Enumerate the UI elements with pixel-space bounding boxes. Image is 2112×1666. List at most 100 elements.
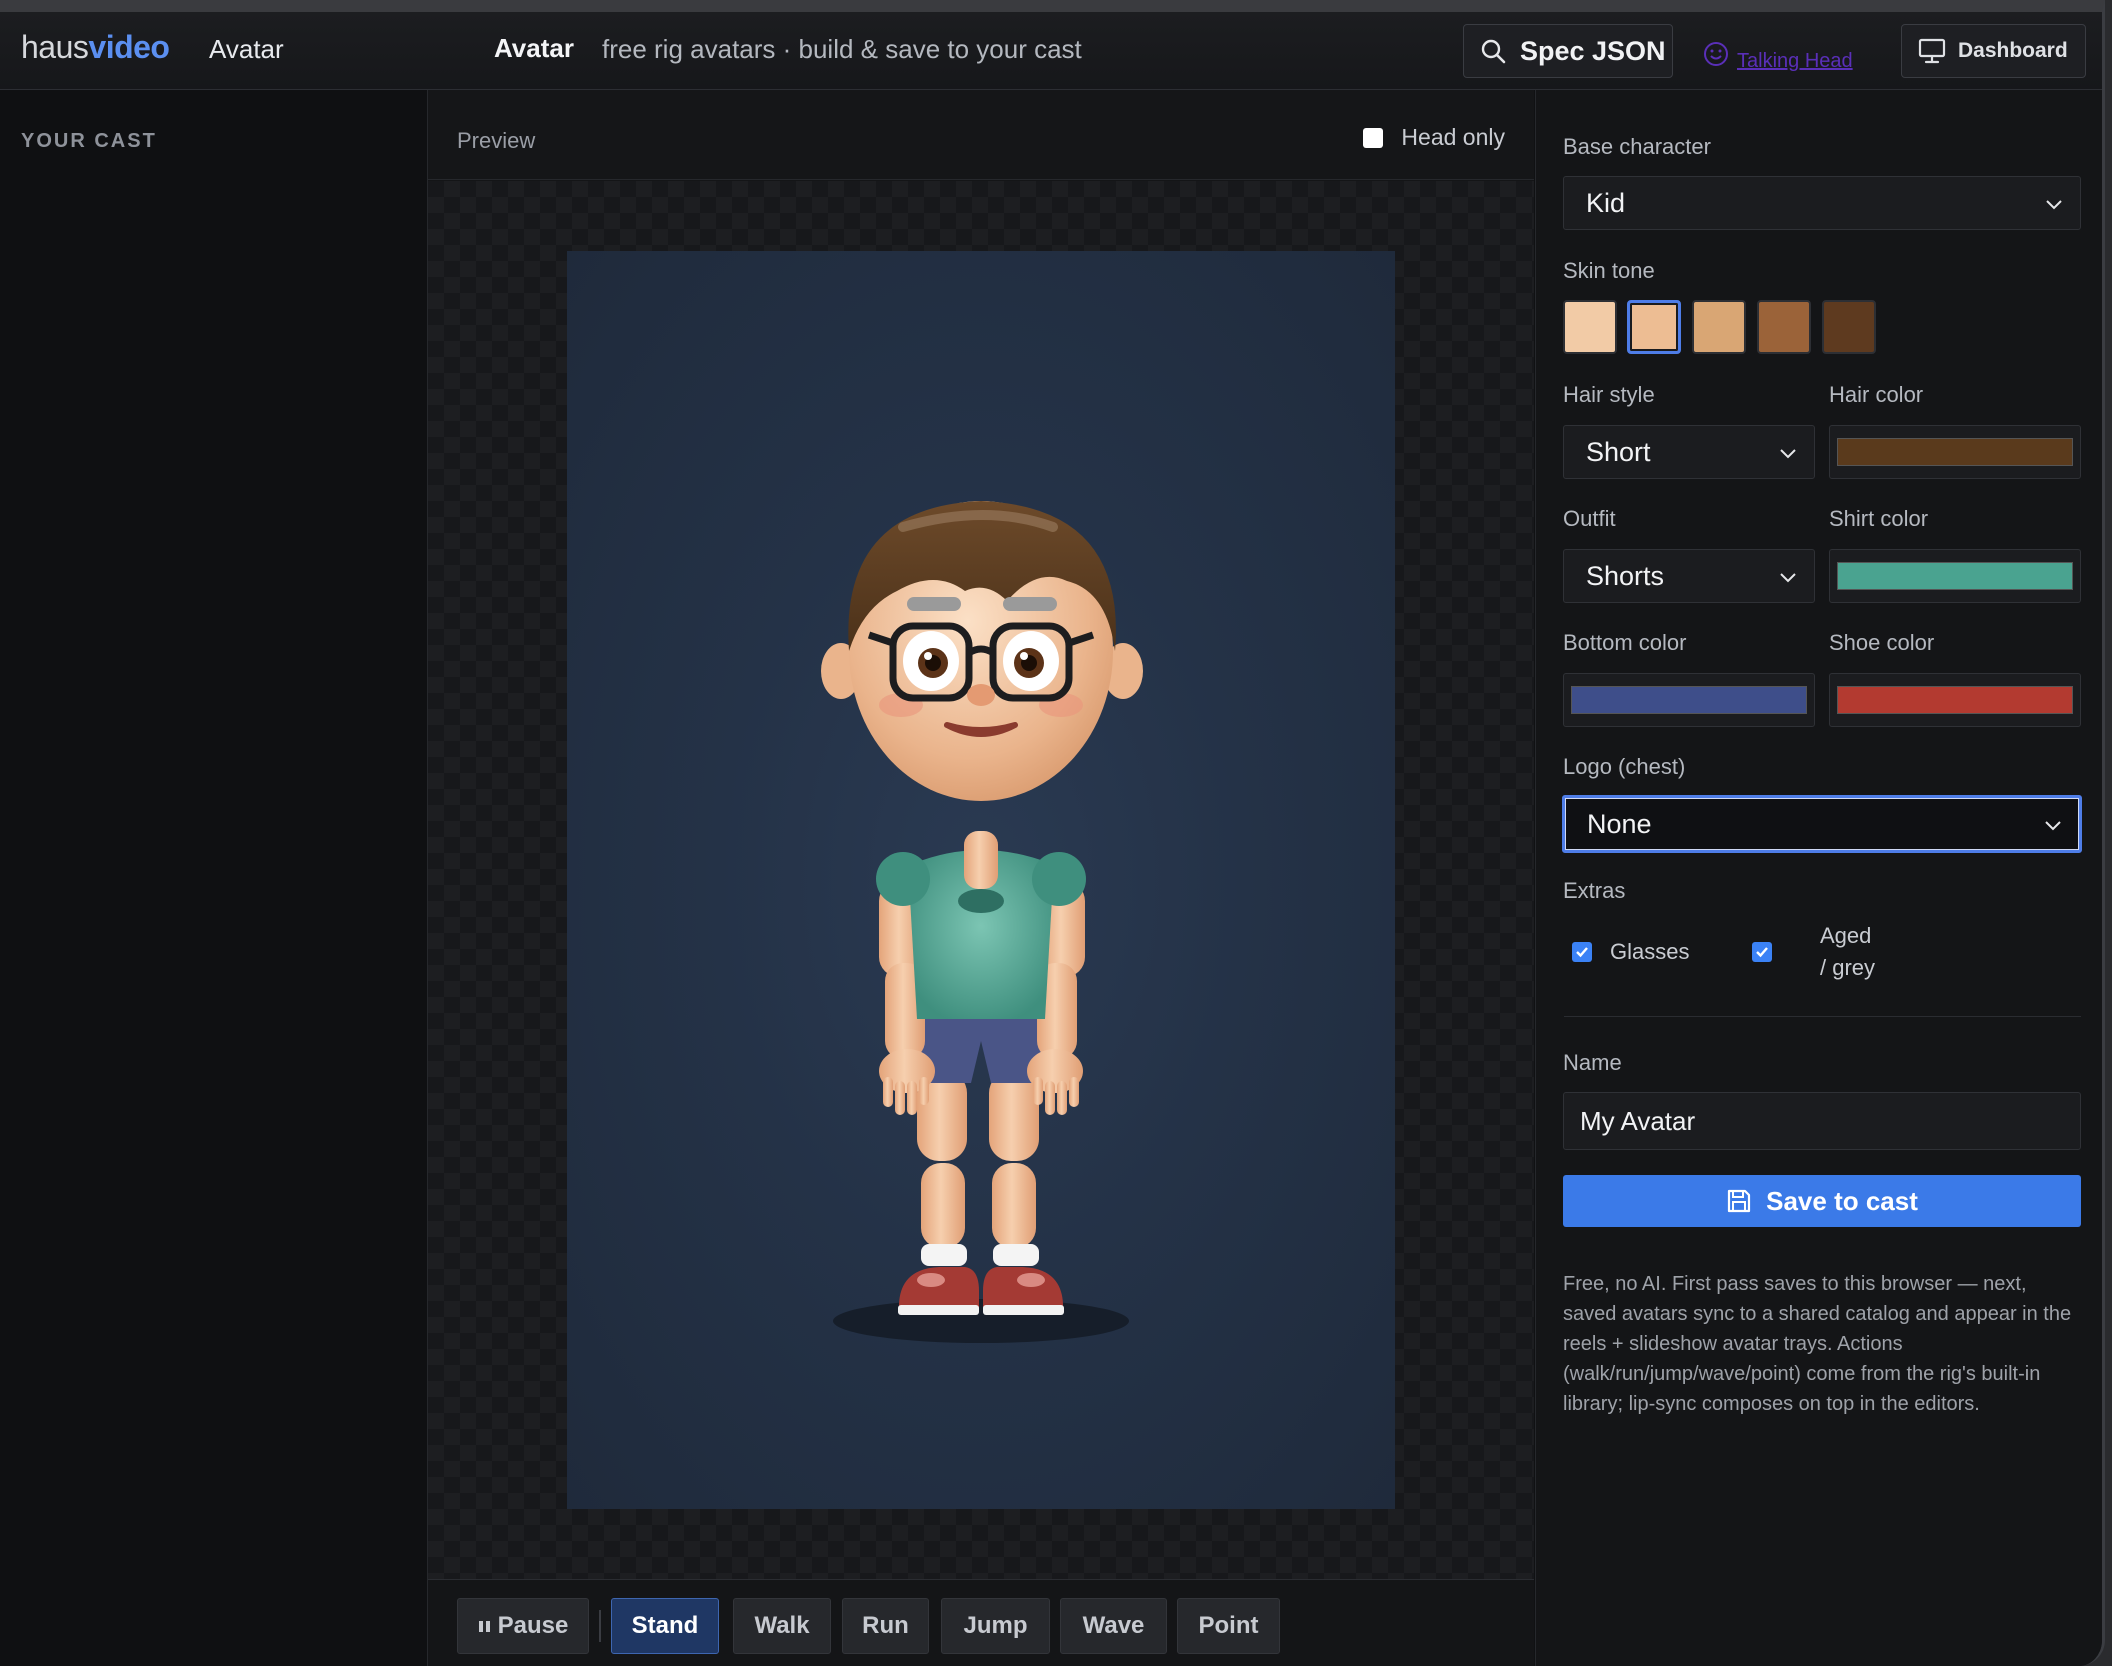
glasses-checkbox[interactable] [1572,942,1592,962]
action-jump-button[interactable]: Jump [941,1598,1050,1654]
search-icon [1481,39,1506,64]
avatar-figure [821,501,1143,1343]
skin-tone-label: Skin tone [1563,258,1655,283]
preview-stage [428,181,1534,1581]
logo-value: None [1587,808,1652,839]
left-sock [921,1244,967,1266]
save-to-cast-button[interactable]: Save to cast [1563,1175,2081,1227]
page-title: Avatar [494,33,574,63]
action-wave-button[interactable]: Wave [1060,1598,1167,1654]
outfit-select[interactable]: Shorts [1563,549,1815,603]
action-walk-button[interactable]: Walk [733,1598,831,1654]
logo-label: Logo (chest) [1563,754,1686,779]
aged-grey-label-line1: Aged [1820,923,1872,948]
nose [967,684,995,706]
action-run-button[interactable]: Run [842,1598,929,1654]
top-bar: hausvideo Avatar Avatar free rig avatars… [0,12,2102,90]
dashboard-label: Dashboard [1958,39,2068,62]
checkmark-icon [1756,947,1768,958]
left-eyebrow [907,597,961,611]
bottom-color-label: Bottom color [1563,630,1687,655]
action-bar: Pause Stand Walk Run Jump Wave Point [428,1579,1534,1666]
shoe-color-picker[interactable] [1829,673,2081,727]
checkmark-icon [1576,947,1588,958]
save-icon [1728,1189,1751,1213]
preview-panel: Preview Head only Pause Stand Walk Run J… [428,90,1534,1666]
brand-logo[interactable]: hausvideo [21,29,170,66]
avatar-canvas[interactable] [567,251,1395,1509]
action-point-button[interactable]: Point [1177,1598,1280,1654]
monitor-icon [1918,38,1946,64]
outfit-label: Outfit [1563,506,1616,531]
hair-color-swatch [1837,438,2073,466]
outfit-value: Shorts [1586,560,1665,591]
name-label: Name [1563,1050,1622,1075]
left-shin [921,1163,965,1248]
hair-color-picker[interactable] [1829,425,2081,479]
hair-color-label: Hair color [1829,382,1924,407]
action-stand-button[interactable]: Stand [611,1598,719,1654]
hair-style-value: Short [1586,436,1651,467]
head-only-toggle[interactable]: Head only [1363,124,1505,151]
skin-swatch-2[interactable] [1627,300,1681,354]
form-divider [1564,1016,2081,1017]
shoe-color-swatch [1837,686,2073,714]
ground-shadow [833,1299,1129,1343]
right-sleeve [1032,852,1086,906]
shoe-color-label: Shoe color [1829,630,1935,655]
chevron-down-icon [1780,573,1796,583]
smiley-icon [1704,41,1728,66]
talking-head-label: Talking Head [1737,50,1853,72]
bottom-color-swatch [1571,686,1807,714]
left-shoe [898,1267,979,1311]
nav-item-avatar[interactable]: Avatar [209,34,284,65]
skin-swatch-4[interactable] [1757,300,1811,354]
right-shin [992,1163,1036,1248]
action-separator [599,1610,601,1642]
skin-swatch-1[interactable] [1563,300,1617,354]
shirt-color-picker[interactable] [1829,549,2081,603]
right-sock [993,1244,1039,1266]
hair-style-select[interactable]: Short [1563,425,1815,479]
chevron-down-icon [2045,821,2061,831]
pause-button[interactable]: Pause [457,1598,589,1654]
left-sleeve [876,852,930,906]
head-only-checkbox[interactable] [1363,127,1384,148]
chevron-down-icon [2046,200,2062,210]
pause-label: Pause [497,1612,569,1639]
right-thigh [989,1071,1039,1161]
shirt-color-label: Shirt color [1829,506,1929,531]
aged-grey-checkbox[interactable] [1752,942,1772,962]
neck [964,831,998,889]
skin-swatch-5[interactable] [1822,300,1876,354]
dashboard-button[interactable]: Dashboard [1901,24,2086,78]
extras-label: Extras [1563,878,1626,903]
brand-logo-part1: haus [21,29,89,65]
app-window: hausvideo Avatar Avatar free rig avatars… [0,0,2105,1666]
bottom-color-picker[interactable] [1563,673,1815,727]
hair-style-label: Hair style [1563,382,1655,407]
shirt-color-swatch [1837,562,2073,590]
base-character-value: Kid [1586,187,1626,218]
brand-logo-part2: video [88,29,170,65]
pause-icon [478,1621,490,1632]
skin-swatch-3[interactable] [1692,300,1746,354]
talking-head-link[interactable]: Talking Head [1703,34,1853,73]
aged-grey-label-line2: / grey [1820,955,1876,980]
preview-label: Preview [457,128,536,153]
preview-header: Preview Head only [428,90,1534,180]
right-eyebrow [1003,597,1057,611]
base-character-label: Base character [1563,134,1711,159]
page-subtitle: free rig avatars · build & save to your … [602,34,1082,64]
head-only-label: Head only [1401,124,1505,150]
spec-json-label: Spec JSON [1520,35,1666,66]
cast-heading: YOUR CAST [21,130,157,152]
spec-json-button[interactable]: Spec JSON [1463,24,1673,78]
base-character-select[interactable]: Kid [1563,176,2081,230]
chevron-down-icon [1780,449,1796,459]
logo-select[interactable]: None [1562,795,2082,853]
save-to-cast-label: Save to cast [1766,1185,1918,1216]
name-input[interactable]: My Avatar [1563,1092,2081,1150]
cast-sidebar: YOUR CAST [0,90,428,1666]
glasses-label: Glasses [1610,939,1690,964]
